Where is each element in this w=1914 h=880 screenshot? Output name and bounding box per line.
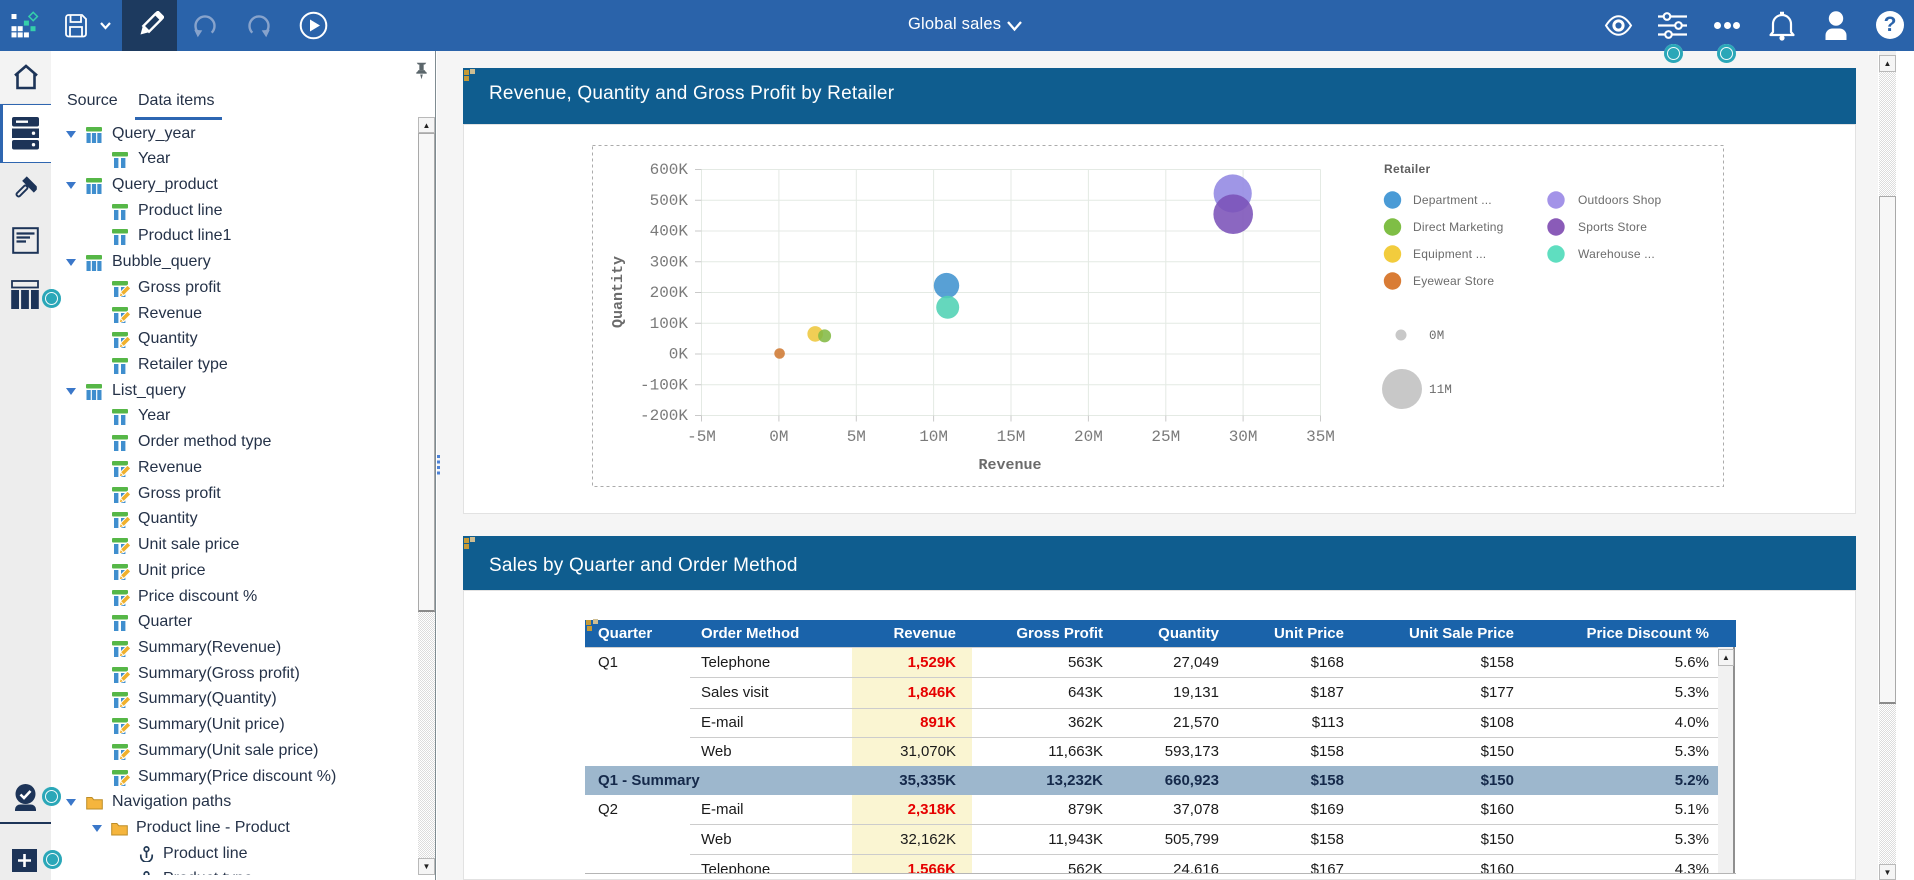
svg-text:Equipment ...: Equipment ... <box>1413 247 1486 261</box>
svg-text:35M: 35M <box>1306 428 1335 446</box>
svg-text:15M: 15M <box>997 428 1026 446</box>
svg-text:Eyewear Store: Eyewear Store <box>1413 274 1494 288</box>
svg-text:0M: 0M <box>769 428 788 446</box>
svg-text:100K: 100K <box>650 315 689 333</box>
svg-text:20M: 20M <box>1074 428 1103 446</box>
svg-text:Outdoors Shop: Outdoors Shop <box>1578 193 1661 207</box>
svg-text:-200K: -200K <box>640 407 688 425</box>
svg-text:-100K: -100K <box>640 377 688 395</box>
svg-text:0K: 0K <box>669 346 689 364</box>
svg-text:Direct Marketing: Direct Marketing <box>1413 220 1504 234</box>
svg-text:Retailer: Retailer <box>1384 162 1430 176</box>
svg-text:Sports Store: Sports Store <box>1578 220 1647 234</box>
svg-text:400K: 400K <box>650 223 689 241</box>
svg-text:Quantity: Quantity <box>610 256 627 328</box>
svg-text:Revenue: Revenue <box>978 457 1041 474</box>
svg-text:30M: 30M <box>1229 428 1258 446</box>
svg-text:10M: 10M <box>919 428 948 446</box>
svg-text:500K: 500K <box>650 192 689 210</box>
svg-text:5M: 5M <box>847 428 866 446</box>
svg-text:25M: 25M <box>1151 428 1180 446</box>
svg-text:300K: 300K <box>650 254 689 272</box>
svg-text:Warehouse ...: Warehouse ... <box>1578 247 1655 261</box>
svg-text:0M: 0M <box>1429 329 1444 343</box>
svg-text:600K: 600K <box>650 161 689 179</box>
svg-text:11M: 11M <box>1429 383 1452 397</box>
svg-text:-5M: -5M <box>687 428 716 446</box>
svg-text:Department ...: Department ... <box>1413 193 1492 207</box>
svg-text:200K: 200K <box>650 284 689 302</box>
